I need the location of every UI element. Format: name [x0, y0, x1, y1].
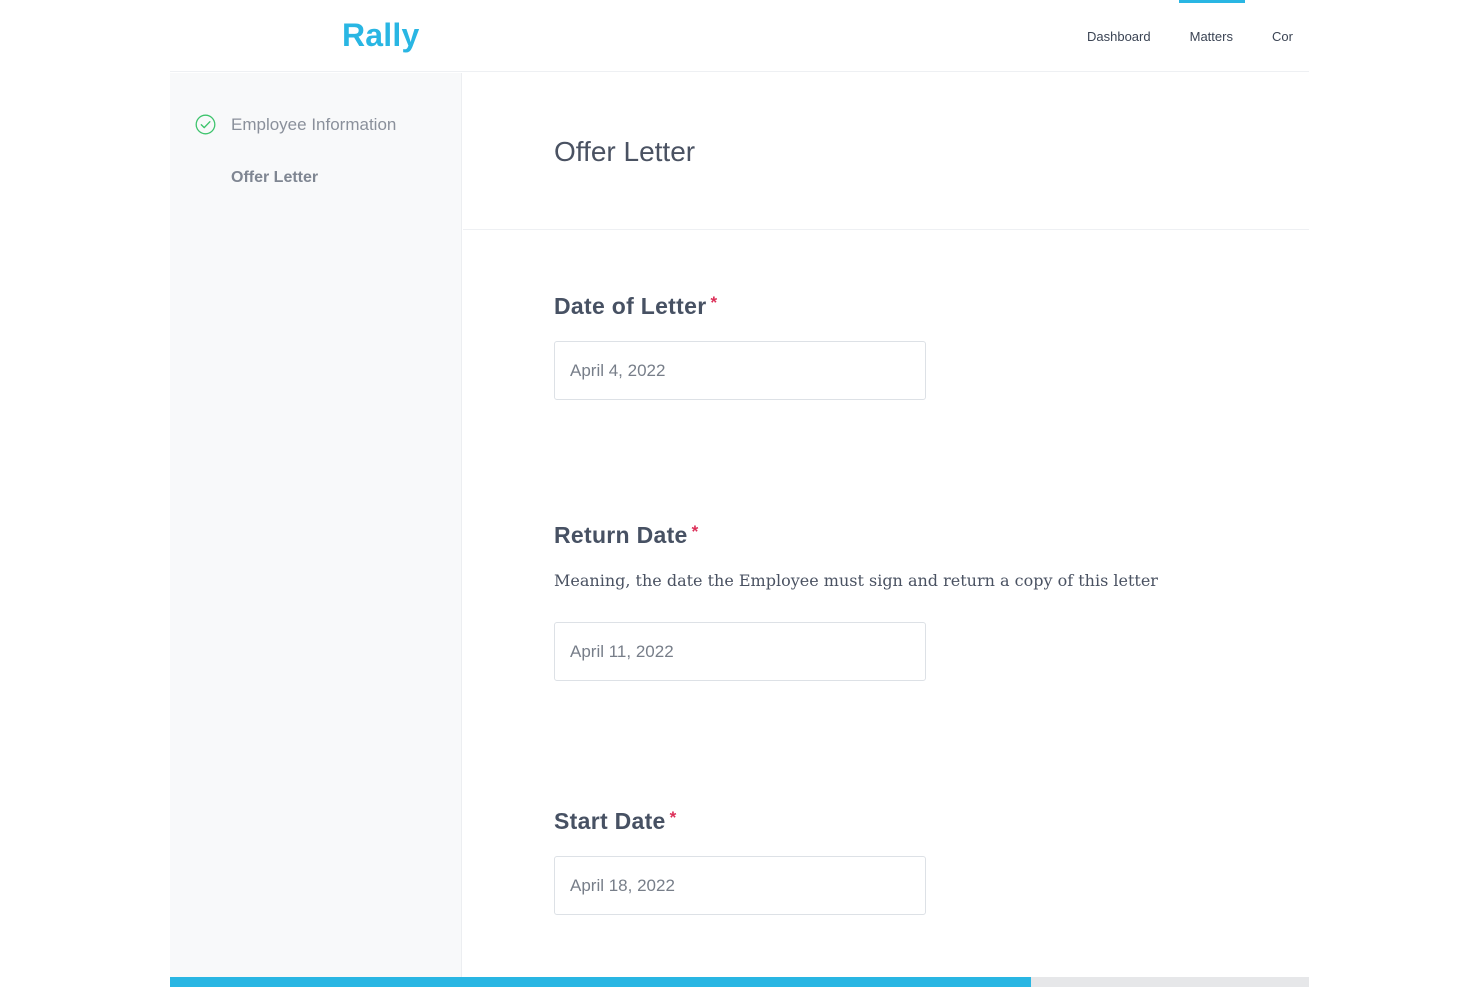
nav-matters[interactable]: Matters [1178, 0, 1246, 44]
progress-fill [170, 977, 1032, 987]
nav-contacts[interactable]: Cor [1272, 29, 1293, 44]
field-help-text: Meaning, the date the Employee must sign… [554, 571, 1158, 590]
sidebar-item-offer-letter[interactable]: Offer Letter [231, 169, 318, 187]
field-label: Start Date * [554, 808, 926, 835]
required-asterisk: * [669, 808, 677, 827]
app-frame: Rally Dashboard Matters Cor Employee Inf… [170, 0, 1309, 987]
nav-dashboard[interactable]: Dashboard [1087, 29, 1151, 44]
required-asterisk: * [710, 293, 718, 312]
field-label: Date of Letter * [554, 293, 926, 320]
steps-sidebar: Employee Information Offer Letter [170, 73, 462, 987]
field-date-of-letter: Date of Letter * [554, 293, 926, 400]
title-bar: Offer Letter [463, 73, 1309, 230]
main-nav: Dashboard Matters Cor [1087, 0, 1309, 44]
field-start-date: Start Date * [554, 808, 926, 915]
progress-bar [170, 977, 1309, 987]
date-of-letter-input[interactable] [554, 341, 926, 400]
return-date-input[interactable] [554, 622, 926, 681]
field-label-text: Date of Letter [554, 293, 707, 319]
field-label: Return Date * [554, 522, 1158, 549]
field-return-date: Return Date * Meaning, the date the Emplo… [554, 522, 1158, 681]
field-label-text: Return Date [554, 522, 688, 548]
sidebar-item-label: Employee Information [231, 114, 397, 134]
rally-logo[interactable]: Rally [342, 17, 419, 54]
start-date-input[interactable] [554, 856, 926, 915]
page-title: Offer Letter [554, 136, 696, 167]
check-circle-icon [195, 114, 216, 135]
required-asterisk: * [691, 522, 699, 541]
sidebar-item-label: Offer Letter [231, 169, 319, 186]
sidebar-item-employee-information[interactable]: Employee Information [195, 114, 396, 135]
top-header: Rally Dashboard Matters Cor [170, 0, 1309, 72]
field-label-text: Start Date [554, 808, 666, 834]
form-main: Offer Letter Date of Letter* Return Date… [463, 73, 1309, 987]
